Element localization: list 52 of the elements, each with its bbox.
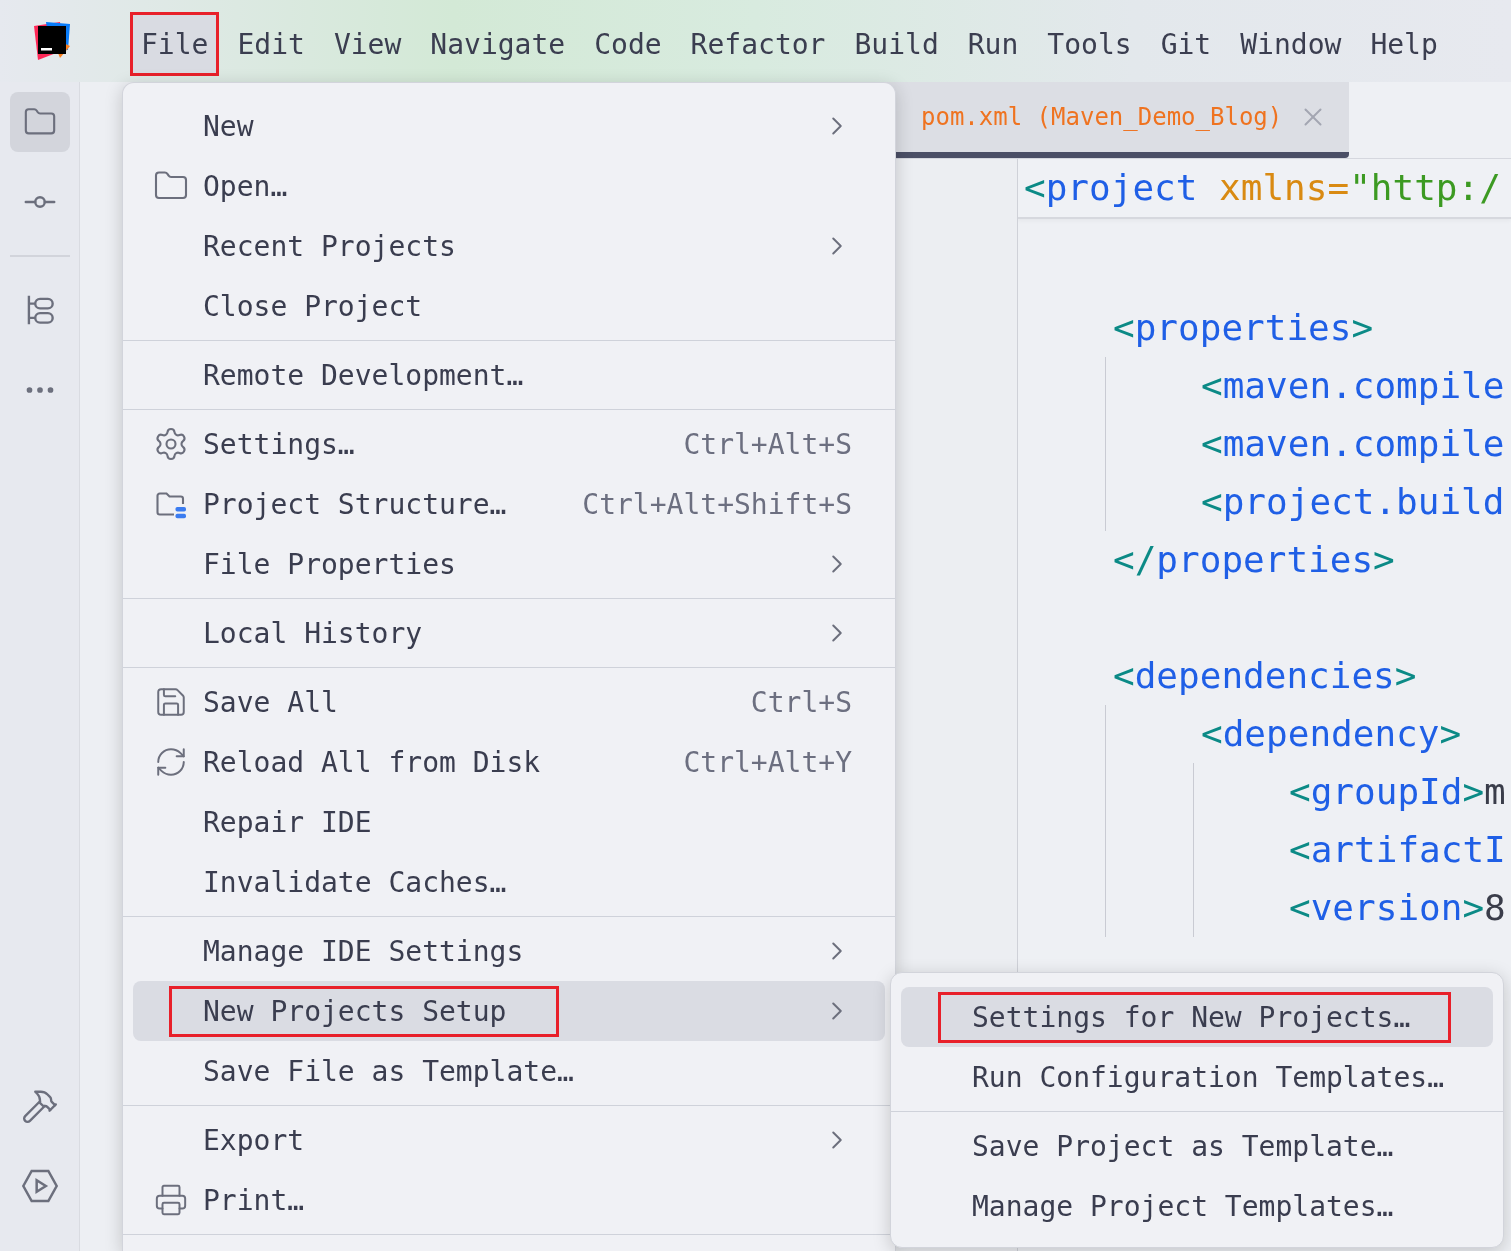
menu-item[interactable]: Settings… Ctrl+Alt+S — [133, 414, 885, 474]
printer-icon — [154, 1183, 188, 1217]
save-icon — [154, 685, 188, 719]
menu-item[interactable]: Reload All from Disk Ctrl+Alt+Y — [133, 732, 885, 792]
code-line: <version>8 — [1289, 886, 1507, 930]
menu-bar-item[interactable]: Git — [1149, 12, 1223, 76]
shortcut-text: Ctrl+S — [750, 685, 852, 719]
code-line: <artifactI — [1289, 828, 1507, 872]
code-line: <project.build — [1201, 480, 1506, 524]
menu-item[interactable]: Print… — [133, 1170, 885, 1230]
code-line: <maven.compile — [1201, 364, 1506, 408]
menu-item[interactable]: Recent Projects — [133, 216, 885, 276]
menu-bar-item[interactable]: Edit — [226, 12, 316, 76]
menu-bar-item[interactable]: Window — [1229, 12, 1353, 76]
menu-item[interactable]: Manage IDE Settings — [133, 921, 885, 981]
code-line: <groupId>m — [1289, 770, 1507, 814]
menu-item[interactable]: Run Configuration Templates… — [901, 1047, 1493, 1107]
menu-bar-item[interactable]: File — [130, 12, 220, 76]
code-line: <maven.compile — [1201, 422, 1506, 466]
settings-icon — [153, 426, 189, 462]
menu-item[interactable]: Open… — [133, 156, 885, 216]
menu-bar-item[interactable]: Run — [956, 12, 1030, 76]
code-line: <dependency> — [1201, 712, 1463, 756]
shortcut-text: Ctrl+Alt+Shift+S — [582, 487, 852, 521]
shortcut-text: Ctrl+Alt+Y — [683, 745, 852, 779]
menu-bar-item[interactable]: Refactor — [679, 12, 837, 76]
menu-bar-item[interactable]: Navigate — [419, 12, 577, 76]
menu-item[interactable]: Settings for New Projects… — [901, 987, 1493, 1047]
menu-item[interactable]: Local History — [133, 603, 885, 663]
menu-bar-item[interactable]: View — [322, 12, 413, 76]
refresh-icon — [154, 745, 188, 779]
menu-item[interactable]: Save All Ctrl+S — [133, 672, 885, 732]
menu-item[interactable]: Invalidate Caches… — [133, 852, 885, 912]
menu-bar-item[interactable]: Help — [1359, 12, 1449, 76]
menu-item[interactable]: New Projects Setup — [133, 981, 885, 1041]
code-line: <dependencies> — [1113, 654, 1418, 698]
menu-item[interactable]: Remote Development… — [133, 345, 885, 405]
menu-item[interactable]: Close Project — [133, 276, 885, 336]
menu-item[interactable]: Project Structure… Ctrl+Alt+Shift+S — [133, 474, 885, 534]
menu-item[interactable]: Export — [133, 1110, 885, 1170]
shortcut-text: Ctrl+Alt+S — [683, 427, 852, 461]
menu-item[interactable]: File Properties — [133, 534, 885, 594]
menu-item[interactable]: Repair IDE — [133, 792, 885, 852]
menu-bar-item[interactable]: Tools — [1036, 12, 1143, 76]
code-line: <properties> — [1113, 306, 1375, 350]
menu-bar-item[interactable]: Code — [583, 12, 673, 76]
code-line: </properties> — [1113, 538, 1396, 582]
menu-item[interactable]: Save File as Template… — [133, 1041, 885, 1101]
menu-bar-item[interactable]: Build — [843, 12, 950, 76]
menu-item[interactable]: Manage Project Templates… — [901, 1176, 1493, 1236]
menu-item[interactable]: Save Project as Template… — [901, 1116, 1493, 1176]
folder-icon[interactable] — [9, 92, 70, 152]
